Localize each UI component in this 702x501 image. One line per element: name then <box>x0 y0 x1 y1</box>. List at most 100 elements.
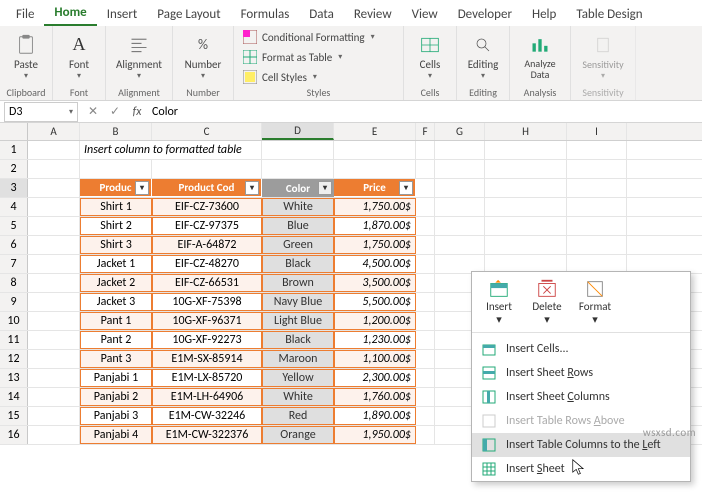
cell[interactable] <box>416 388 435 406</box>
cell[interactable] <box>567 179 627 197</box>
cell[interactable] <box>567 198 627 216</box>
tab-table-design[interactable]: Table Design <box>566 3 652 26</box>
cell[interactable]: EIF-CZ-97375 <box>152 217 262 235</box>
cell[interactable]: Jacket 1 <box>80 255 152 273</box>
insert-sheet-item[interactable]: Insert Sheet <box>472 457 690 481</box>
alignment-button[interactable]: Alignment ▾ <box>112 28 166 86</box>
cell[interactable]: Orange <box>262 426 334 444</box>
cell[interactable] <box>262 141 334 159</box>
filter-button[interactable]: ▾ <box>245 181 259 195</box>
chevron-down-icon[interactable]: ▾ <box>69 107 73 117</box>
delete-split-button[interactable]: Delete▾ <box>526 278 568 326</box>
cell[interactable] <box>435 217 485 235</box>
cell[interactable] <box>262 160 334 178</box>
col-head-G[interactable]: G <box>435 123 485 140</box>
cell[interactable] <box>416 426 435 444</box>
tab-developer[interactable]: Developer <box>448 3 522 26</box>
cell[interactable] <box>416 217 435 235</box>
cells-button[interactable]: Cells ▾ <box>410 28 450 86</box>
cell[interactable]: Shirt 2 <box>80 217 152 235</box>
cell[interactable]: 10G-XF-75398 <box>152 293 262 311</box>
cell[interactable]: Yellow <box>262 369 334 387</box>
row-head[interactable]: 6 <box>0 236 28 254</box>
format-as-table-button[interactable]: Format as Table▾ <box>240 48 377 66</box>
cell[interactable] <box>416 160 435 178</box>
font-button[interactable]: A Font ▾ <box>59 28 99 86</box>
cell[interactable]: Product Cod▾ <box>152 179 262 197</box>
cell[interactable] <box>485 198 567 216</box>
cell[interactable]: 10G-XF-96371 <box>152 312 262 330</box>
tab-insert[interactable]: Insert <box>97 3 148 26</box>
cell[interactable] <box>435 179 485 197</box>
enter-formula-button[interactable]: ✓ <box>106 103 124 121</box>
cell[interactable]: Shirt 1 <box>80 198 152 216</box>
col-head-B[interactable]: B <box>80 123 152 140</box>
insert-split-button[interactable]: Insert▾ <box>478 278 520 326</box>
cell[interactable] <box>567 141 627 159</box>
cell[interactable] <box>28 141 80 159</box>
tab-review[interactable]: Review <box>344 3 402 26</box>
cell[interactable]: Black <box>262 331 334 349</box>
row-head[interactable]: 11 <box>0 331 28 349</box>
cell[interactable]: Price▾ <box>334 179 416 197</box>
cell[interactable]: 2,300.00$ <box>334 369 416 387</box>
cell[interactable]: Red <box>262 407 334 425</box>
cell[interactable] <box>28 407 80 425</box>
cell[interactable]: Navy Blue <box>262 293 334 311</box>
cell[interactable] <box>28 369 80 387</box>
cell[interactable] <box>416 236 435 254</box>
editing-button[interactable]: Editing ▾ <box>463 28 503 86</box>
insert-sheet-columns-item[interactable]: Insert Sheet Columns <box>472 385 690 409</box>
cell[interactable]: 1,100.00$ <box>334 350 416 368</box>
cell[interactable] <box>435 141 485 159</box>
row-head[interactable]: 3 <box>0 179 28 197</box>
cell[interactable] <box>485 179 567 197</box>
row-head[interactable]: 14 <box>0 388 28 406</box>
cell[interactable] <box>416 198 435 216</box>
cell[interactable] <box>416 312 435 330</box>
cell[interactable]: 1,870.00$ <box>334 217 416 235</box>
row-head[interactable]: 4 <box>0 198 28 216</box>
tab-view[interactable]: View <box>402 3 448 26</box>
cell[interactable]: White <box>262 198 334 216</box>
cell[interactable]: EIF-CZ-73600 <box>152 198 262 216</box>
cell[interactable]: Insert column to formatted table <box>80 141 152 159</box>
cell[interactable] <box>567 160 627 178</box>
cell[interactable]: Color▾ <box>262 179 334 197</box>
cell[interactable] <box>567 217 627 235</box>
col-head-A[interactable]: A <box>28 123 80 140</box>
cell[interactable]: EIF-A-64872 <box>152 236 262 254</box>
row-head[interactable]: 5 <box>0 217 28 235</box>
paste-button[interactable]: Paste ▾ <box>6 28 46 86</box>
cell[interactable]: White <box>262 388 334 406</box>
cell[interactable] <box>28 255 80 273</box>
conditional-formatting-button[interactable]: Conditional Formatting▾ <box>240 28 377 46</box>
insert-sheet-rows-item[interactable]: Insert Sheet Rows <box>472 361 690 385</box>
cell[interactable]: Maroon <box>262 350 334 368</box>
cell-styles-button[interactable]: Cell Styles▾ <box>240 68 377 86</box>
tab-page-layout[interactable]: Page Layout <box>147 3 230 26</box>
cell[interactable]: Black <box>262 255 334 273</box>
col-head-C[interactable]: C <box>152 123 262 140</box>
cell[interactable]: 1,230.00$ <box>334 331 416 349</box>
tab-file[interactable]: File <box>6 3 44 26</box>
cell[interactable]: 1,750.00$ <box>334 236 416 254</box>
cell[interactable]: Pant 3 <box>80 350 152 368</box>
cell[interactable]: Panjabi 4 <box>80 426 152 444</box>
cell[interactable]: Light Blue <box>262 312 334 330</box>
cell[interactable]: E1M-CW-32246 <box>152 407 262 425</box>
analyze-data-button[interactable]: Analyze Data <box>516 28 564 86</box>
cell[interactable] <box>28 160 80 178</box>
cell[interactable]: Panjabi 1 <box>80 369 152 387</box>
tab-formulas[interactable]: Formulas <box>231 3 300 26</box>
cell[interactable] <box>28 236 80 254</box>
cell[interactable] <box>28 388 80 406</box>
filter-button[interactable]: ▾ <box>135 181 149 195</box>
col-head-D[interactable]: D <box>262 123 334 140</box>
cell[interactable] <box>485 141 567 159</box>
row-head[interactable]: 7 <box>0 255 28 273</box>
row-head[interactable]: 16 <box>0 426 28 444</box>
formula-input[interactable]: Color <box>152 105 178 119</box>
tab-home[interactable]: Home <box>44 1 96 26</box>
cell[interactable] <box>28 274 80 292</box>
